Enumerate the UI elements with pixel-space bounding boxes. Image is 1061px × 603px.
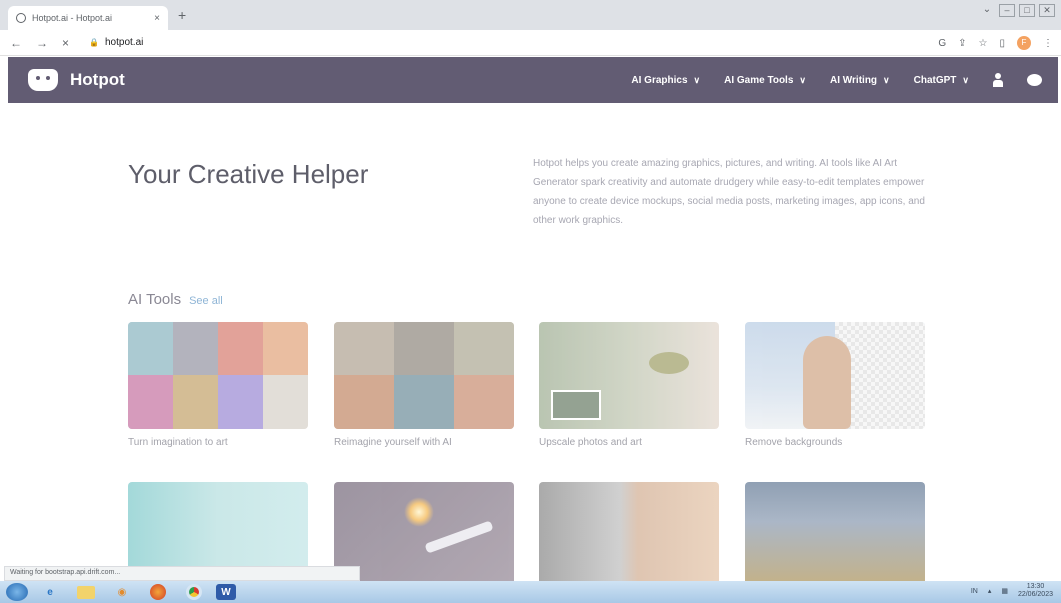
browser-tab[interactable]: Hotpot.ai - Hotpot.ai × [8,6,168,30]
nav-label: AI Graphics [631,74,688,86]
eye-image [649,352,689,374]
nav-ai-game-tools[interactable]: AI Game Tools ∨ [724,75,806,86]
tab-search-icon[interactable]: ⌄ [979,4,995,17]
section-title: AI Tools [128,291,182,308]
tool-thumbnail[interactable] [128,322,308,429]
system-tray: IN ▴ ▦ 13:30 22/06/2023 [971,583,1053,599]
clock[interactable]: 13:30 22/06/2023 [1018,583,1053,599]
clock-date: 22/06/2023 [1017,591,1053,598]
toolbar-icons: G ⇪ ☆ ▯ F ⋮ [938,36,1053,50]
bookmark-star-icon[interactable]: ☆ [979,38,988,49]
tool-thumbnail[interactable] [745,322,925,429]
logo-name: Hotpot [70,70,125,89]
site-header: Hotpot AI Graphics ∨ AI Game Tools ∨ AI … [8,57,1058,103]
new-tab-button[interactable]: + [178,7,186,23]
chevron-down-icon: ∨ [883,74,890,85]
chevron-down-icon: ∨ [799,74,806,85]
nav-label: AI Writing [830,74,878,86]
tool-card-art[interactable]: Turn imagination to art [128,322,308,448]
profile-avatar[interactable]: F [1017,36,1031,50]
see-all-link[interactable]: See all [189,295,223,307]
lock-icon[interactable]: 🔒 [89,38,99,47]
share-icon[interactable]: ⇪ [958,38,966,49]
forward-button[interactable]: → [36,36,48,50]
side-panel-icon[interactable]: ▯ [999,38,1005,49]
hero-title: Your Creative Helper [128,159,369,189]
tool-thumbnail[interactable] [334,482,514,582]
tab-close-button[interactable]: × [154,13,160,24]
screen: Hotpot.ai - Hotpot.ai × + ⌄ – □ ✕ ← → × … [0,0,1061,603]
ai-tools-heading: AI Tools See all [128,291,223,308]
browser-status-bar: Waiting for bootstrap.api.drift.com... [4,566,360,581]
browser-tab-strip: Hotpot.ai - Hotpot.ai × + ⌄ – □ ✕ [0,0,1061,30]
pencil-image [424,520,494,554]
spark-image [404,497,434,527]
start-button[interactable] [6,583,28,601]
media-player-icon[interactable]: ◉ [108,583,136,601]
tool-thumbnail[interactable] [745,482,925,582]
nav-ai-writing[interactable]: AI Writing ∨ [830,75,890,86]
hotpot-logo-icon [28,69,58,91]
portrait-image [803,336,851,429]
nav-chatgpt[interactable]: ChatGPT ∨ [914,75,969,86]
chat-icon[interactable] [1027,74,1042,86]
tool-card-row2-4[interactable] [745,482,925,582]
logo[interactable]: Hotpot [28,69,125,91]
nav-ai-graphics[interactable]: AI Graphics ∨ [631,75,700,86]
taskbar: e ◉ W IN ▴ ▦ 13:30 22/06/2023 [0,581,1061,603]
chrome-button[interactable] [180,583,208,601]
word-icon[interactable]: W [216,584,236,600]
language-indicator[interactable]: IN [971,588,978,595]
tool-card-remove-bg[interactable]: Remove backgrounds [745,322,925,448]
user-icon[interactable] [993,73,1003,87]
window-controls: ⌄ – □ ✕ [979,4,1055,17]
globe-icon [16,13,26,23]
network-icon[interactable]: ▦ [1001,587,1008,595]
nav-label: ChatGPT [913,74,957,86]
tab-title: Hotpot.ai - Hotpot.ai [32,13,113,23]
hero-description: Hotpot helps you create amazing graphics… [533,158,925,226]
tool-thumbnail[interactable] [539,322,719,429]
google-icon[interactable]: G [938,38,946,49]
top-nav: AI Graphics ∨ AI Game Tools ∨ AI Writing… [631,57,1042,103]
tool-card-row2-3[interactable] [539,482,719,582]
chevron-down-icon: ∨ [693,74,701,85]
menu-kebab-icon[interactable]: ⋮ [1043,38,1053,49]
file-explorer-button[interactable] [72,583,100,601]
tool-card-upscale[interactable]: Upscale photos and art [539,322,719,448]
maximize-button[interactable]: □ [1019,4,1035,17]
tool-caption: Turn imagination to art [128,437,228,448]
close-window-button[interactable]: ✕ [1039,4,1055,17]
chrome-icon [186,584,202,600]
minimize-button[interactable]: – [999,4,1015,17]
tool-caption: Reimagine yourself with AI [334,437,452,448]
nav-label: AI Game Tools [724,74,794,86]
tool-card-row2-2[interactable] [334,482,514,582]
zoom-inset [551,390,601,420]
internet-explorer-icon[interactable]: e [36,583,64,601]
tool-thumbnail[interactable] [539,482,719,582]
folder-icon [77,585,95,599]
tool-caption: Upscale photos and art [539,437,642,448]
clock-time: 13:30 [1026,583,1045,590]
tool-thumbnail[interactable] [334,322,514,429]
firefox-icon [150,584,166,600]
firefox-button[interactable] [144,583,172,601]
chevron-down-icon: ∨ [962,74,969,85]
address-bar: ← → × 🔒 hotpot.ai G ⇪ ☆ ▯ F ⋮ [0,30,1061,56]
url-field[interactable]: hotpot.ai [105,37,143,48]
tray-arrow-icon[interactable]: ▴ [988,587,992,595]
back-button[interactable]: ← [10,36,22,50]
stop-button[interactable]: × [62,36,69,50]
tool-card-reimagine[interactable]: Reimagine yourself with AI [334,322,514,448]
tool-caption: Remove backgrounds [745,437,843,448]
